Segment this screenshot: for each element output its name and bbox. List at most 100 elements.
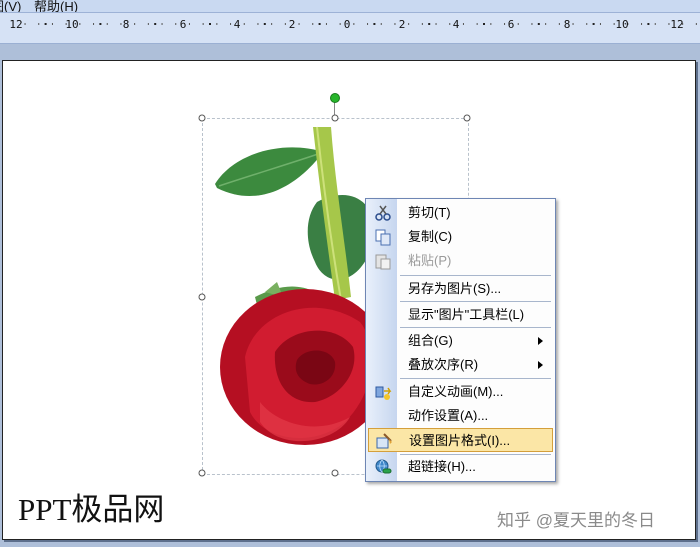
ruler-minor-tick	[476, 23, 478, 25]
ruler-label: 2	[398, 18, 406, 31]
ruler-label: 4	[233, 18, 241, 31]
paste-icon	[375, 254, 391, 270]
menu-item-custom-animation[interactable]: 自定义动画(M)...	[368, 380, 553, 404]
ruler-minor-tick	[106, 23, 108, 25]
ruler-tick	[428, 23, 431, 25]
menu-item-label: 叠放次序(R)	[408, 357, 479, 372]
ruler-tick	[44, 23, 47, 25]
ruler-minor-tick	[394, 23, 396, 25]
ruler-minor-tick	[504, 23, 506, 25]
rotation-handle[interactable]	[330, 93, 340, 103]
watermark-zhihu: 知乎 @夏天里的冬日	[497, 511, 655, 530]
ruler-minor-tick	[202, 23, 204, 25]
menu-item-label: 另存为图片(S)...	[408, 281, 502, 296]
ruler-label: 0	[343, 18, 351, 31]
ruler-label: 8	[122, 18, 130, 31]
ruler-minor-tick	[490, 23, 492, 25]
hyperlink-icon	[375, 459, 392, 474]
ruler-minor-tick	[449, 23, 451, 25]
ruler-label: 10	[615, 18, 629, 31]
ruler-tick	[537, 23, 540, 25]
submenu-arrow-icon	[538, 361, 543, 369]
ruler-minor-tick	[339, 23, 341, 25]
menu-view[interactable]: 视图(V)	[0, 0, 21, 12]
menu-item-label: 显示"图片"工具栏(L)	[408, 307, 525, 322]
ruler-minor-tick	[572, 23, 574, 25]
ruler-minor-tick	[51, 23, 53, 25]
ruler-minor-tick	[586, 23, 588, 25]
menu-item-show-picture-toolbar[interactable]: 显示"图片"工具栏(L)	[368, 303, 553, 327]
resize-handle-bottom-left[interactable]	[198, 469, 206, 477]
menu-separator	[400, 301, 551, 302]
resize-handle-top-left[interactable]	[198, 114, 206, 122]
format-picture-icon	[376, 433, 392, 449]
rotation-handle-line	[334, 102, 335, 115]
ruler-minor-tick	[134, 23, 136, 25]
ruler-minor-tick	[380, 23, 382, 25]
ruler-minor-tick	[188, 23, 190, 25]
menu-item-cut[interactable]: 剪切(T)	[368, 201, 553, 225]
ruler-minor-tick	[298, 23, 300, 25]
resize-handle-top-right[interactable]	[463, 114, 471, 122]
ruler-minor-tick	[120, 23, 122, 25]
menu-item-label: 组合(G)	[408, 333, 453, 348]
ruler-label: 12	[670, 18, 684, 31]
ruler-label: 6	[179, 18, 187, 31]
ruler-tick	[483, 23, 485, 25]
menu-item-hyperlink[interactable]: 超链接(H)...	[368, 455, 553, 479]
horizontal-ruler[interactable]: 12 10 8 6 4 2 0 2 4 6 8 10 12	[0, 13, 700, 44]
ruler-label: 10	[65, 18, 79, 31]
menu-item-group[interactable]: 组合(G)	[368, 329, 553, 353]
ruler-minor-tick	[462, 23, 464, 25]
ruler-minor-tick	[558, 23, 560, 25]
menu-item-label: 自定义动画(M)...	[408, 384, 504, 399]
ruler-minor-tick	[312, 23, 314, 25]
ruler-minor-tick	[38, 23, 40, 25]
ruler-minor-tick	[654, 23, 656, 25]
ruler-label: 12	[9, 18, 23, 31]
ruler-minor-tick	[531, 23, 533, 25]
ruler-tick	[647, 23, 650, 25]
ruler-minor-tick	[545, 23, 547, 25]
resize-handle-bottom[interactable]	[331, 469, 339, 477]
ruler-label: 4	[452, 18, 460, 31]
resize-handle-top[interactable]	[331, 114, 339, 122]
menu-item-action-settings[interactable]: 动作设置(A)...	[368, 404, 553, 428]
ruler-minor-tick	[79, 23, 81, 25]
ruler-minor-tick	[353, 23, 355, 25]
menu-separator	[400, 378, 551, 379]
menu-item-label: 剪切(T)	[408, 205, 451, 220]
ruler-tick	[318, 23, 321, 25]
ruler-label: 2	[288, 18, 296, 31]
ruler-minor-tick	[325, 23, 327, 25]
ruler-minor-tick	[421, 23, 423, 25]
ruler-minor-tick	[161, 23, 163, 25]
menu-separator	[400, 275, 551, 276]
ruler-minor-tick	[599, 23, 601, 25]
menu-item-format-picture[interactable]: 设置图片格式(I)...	[368, 428, 553, 452]
menu-item-copy[interactable]: 复制(C)	[368, 225, 553, 249]
submenu-arrow-icon	[538, 337, 543, 345]
ruler-minor-tick	[271, 23, 273, 25]
ruler-minor-tick	[147, 23, 149, 25]
menu-help[interactable]: 帮助(H)	[34, 0, 78, 12]
context-menu: 剪切(T) 复制(C) 粘贴(P) 另存为图片(S)... 显示"图片"工具栏(…	[365, 198, 556, 482]
ruler-minor-tick	[216, 23, 218, 25]
ruler-tick	[99, 23, 102, 25]
ruler-minor-tick	[408, 23, 410, 25]
ruler-label: 8	[563, 18, 571, 31]
ruler-minor-tick	[230, 23, 232, 25]
menu-item-order[interactable]: 叠放次序(R)	[368, 353, 553, 377]
ruler-minor-tick	[93, 23, 95, 25]
ruler-minor-tick	[367, 23, 369, 25]
ruler-tick	[209, 23, 211, 25]
ruler-minor-tick	[517, 23, 519, 25]
menu-item-paste[interactable]: 粘贴(P)	[368, 249, 553, 273]
resize-handle-left[interactable]	[198, 293, 206, 301]
ruler-tick	[154, 23, 157, 25]
menu-item-save-as-picture[interactable]: 另存为图片(S)...	[368, 277, 553, 301]
ruler-minor-tick	[24, 23, 26, 25]
custom-animation-icon	[375, 386, 392, 400]
ruler-minor-tick	[284, 23, 286, 25]
menu-item-label: 超链接(H)...	[408, 459, 476, 474]
